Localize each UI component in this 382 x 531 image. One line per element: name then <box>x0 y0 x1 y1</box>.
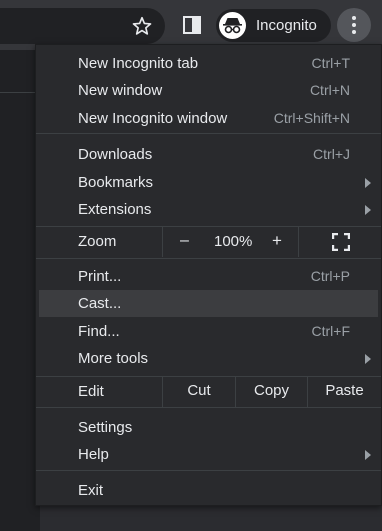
paste-button[interactable]: Paste <box>308 382 381 399</box>
zoom-out-button[interactable]: – <box>180 232 189 250</box>
submenu-arrow-icon <box>365 178 371 188</box>
menu-item-label: Print... <box>78 268 122 285</box>
menu-separator <box>36 133 381 134</box>
browser-window: Incognito New Incognito tab Ctrl+T New w… <box>0 0 382 531</box>
zoom-row: Zoom – 100% + <box>36 227 381 257</box>
menu-item-print[interactable]: Print... Ctrl+P <box>36 263 381 290</box>
cut-button[interactable]: Cut <box>163 382 235 399</box>
zoom-label: Zoom <box>78 233 117 250</box>
zoom-divider <box>162 227 163 257</box>
menu-item-find[interactable]: Find... Ctrl+F <box>36 318 381 345</box>
copy-button[interactable]: Copy <box>236 382 307 399</box>
menu-item-label: New Incognito tab <box>78 55 199 72</box>
menu-item-shortcut: Ctrl+P <box>310 268 350 284</box>
menu-item-shortcut: Ctrl+Shift+N <box>273 110 350 126</box>
menu-item-label: Cast... <box>78 295 122 312</box>
menu-item-label: Help <box>78 446 109 463</box>
page-content <box>0 50 40 531</box>
menu-item-label: Exit <box>78 482 104 499</box>
zoom-level: 100% <box>214 233 253 250</box>
submenu-arrow-icon <box>365 205 371 215</box>
menu-separator <box>36 470 381 471</box>
menu-item-help[interactable]: Help <box>36 441 381 468</box>
chrome-menu: New Incognito tab Ctrl+T New window Ctrl… <box>35 44 382 506</box>
menu-item-label: More tools <box>78 350 149 367</box>
menu-item-settings[interactable]: Settings <box>36 414 381 441</box>
menu-item-label: New window <box>78 82 163 99</box>
edit-row: Edit Cut Copy Paste <box>36 377 381 407</box>
side-panel-icon[interactable] <box>183 16 201 34</box>
menu-dot-icon <box>352 30 356 34</box>
menu-dot-icon <box>352 23 356 27</box>
menu-dot-icon <box>352 16 356 20</box>
menu-item-shortcut: Ctrl+F <box>311 323 351 339</box>
incognito-label: Incognito <box>256 17 317 34</box>
fullscreen-icon[interactable] <box>332 233 350 251</box>
menu-item-new-window[interactable]: New window Ctrl+N <box>36 77 381 104</box>
menu-item-cast[interactable]: Cast... <box>39 290 378 317</box>
edit-label: Edit <box>78 383 104 400</box>
menu-separator <box>36 258 381 259</box>
chrome-menu-button[interactable] <box>337 8 371 42</box>
menu-item-new-incognito-tab[interactable]: New Incognito tab Ctrl+T <box>36 50 381 77</box>
toolbar: Incognito <box>0 0 382 50</box>
incognito-profile-button[interactable]: Incognito <box>216 9 331 42</box>
menu-item-label: New Incognito window <box>78 110 228 127</box>
menu-item-label: Downloads <box>78 146 153 163</box>
menu-item-extensions[interactable]: Extensions <box>36 196 381 223</box>
bookmark-star-icon[interactable] <box>131 15 153 37</box>
menu-item-shortcut: Ctrl+N <box>309 82 350 98</box>
menu-item-shortcut: Ctrl+T <box>311 55 351 71</box>
menu-item-new-incognito-window[interactable]: New Incognito window Ctrl+Shift+N <box>36 105 381 132</box>
incognito-icon <box>219 12 246 39</box>
page-divider <box>0 92 40 93</box>
menu-separator <box>36 407 381 408</box>
menu-item-exit[interactable]: Exit <box>36 477 381 504</box>
menu-item-downloads[interactable]: Downloads Ctrl+J <box>36 141 381 168</box>
menu-item-label: Extensions <box>78 201 152 218</box>
zoom-divider <box>298 227 299 257</box>
submenu-arrow-icon <box>365 354 371 364</box>
submenu-arrow-icon <box>365 450 371 460</box>
menu-item-bookmarks[interactable]: Bookmarks <box>36 169 381 196</box>
zoom-in-button[interactable]: + <box>272 231 282 251</box>
menu-item-more-tools[interactable]: More tools <box>36 345 381 372</box>
menu-item-label: Bookmarks <box>78 174 154 191</box>
menu-item-label: Settings <box>78 419 133 436</box>
menu-item-label: Find... <box>78 323 120 340</box>
menu-item-shortcut: Ctrl+J <box>313 146 350 162</box>
